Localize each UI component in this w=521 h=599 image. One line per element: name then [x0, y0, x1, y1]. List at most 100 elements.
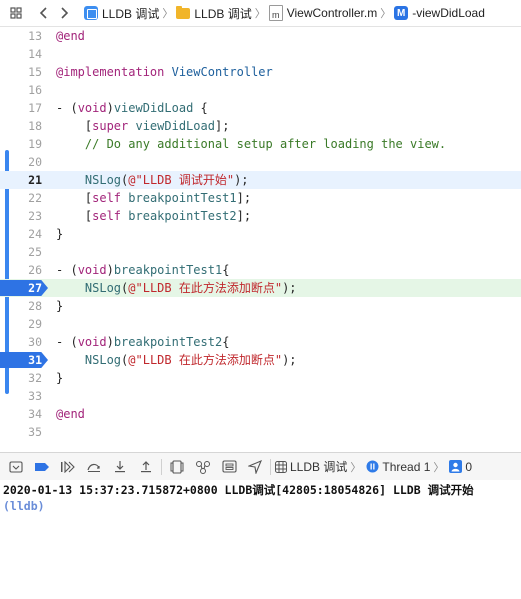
code-line[interactable]: 14 [0, 45, 521, 63]
line-number[interactable]: 24 [0, 225, 42, 243]
crumb-folder-label: LLDB 调试 [194, 6, 252, 21]
code-line[interactable]: 35 [0, 423, 521, 441]
code-text: } [56, 227, 64, 241]
code-text: @end [56, 29, 85, 43]
line-number[interactable]: 18 [0, 117, 42, 135]
breakpoint-toggle-icon[interactable] [29, 455, 55, 479]
line-number[interactable]: 35 [0, 423, 42, 441]
code-line[interactable]: 26 - (void)breakpointTest1{ [0, 261, 521, 279]
code-line[interactable]: 15 @implementation ViewController [0, 63, 521, 81]
code-text: } [56, 299, 64, 313]
code-line[interactable]: 17 - (void)viewDidLoad { [0, 99, 521, 117]
view-hierarchy-icon[interactable] [164, 455, 190, 479]
memory-graph-icon[interactable] [190, 455, 216, 479]
chevron-right-icon[interactable] [54, 3, 74, 23]
line-number[interactable]: 33 [0, 387, 42, 405]
code-text: } [56, 371, 64, 385]
crumb-project[interactable]: LLDB 调试 [84, 5, 159, 22]
code-text: [self breakpointTest2]; [56, 209, 252, 223]
line-number[interactable]: 28 [0, 297, 42, 315]
environment-icon[interactable] [216, 455, 242, 479]
code-line[interactable]: 25 [0, 243, 521, 261]
code-text: NSLog(@"LLDB 调试开始"); [84, 173, 249, 187]
line-number[interactable]: 26 [0, 261, 42, 279]
objc-file-icon: m [268, 5, 283, 21]
debug-console[interactable]: 2020-01-13 15:37:23.715872+0800 LLDB调试[4… [0, 480, 521, 599]
crumb-project-label: LLDB 调试 [102, 6, 160, 21]
app-grid-icon [275, 460, 287, 473]
console-log-line: 2020-01-13 15:37:23.715872+0800 LLDB调试[4… [3, 483, 474, 497]
code-line[interactable]: 16 [0, 81, 521, 99]
thread-icon [366, 460, 379, 473]
folder-icon [176, 5, 191, 19]
line-number[interactable]: 34 [0, 405, 42, 423]
code-line[interactable]: 33 [0, 387, 521, 405]
crumb-file[interactable]: m ViewController.m [268, 5, 378, 21]
separator [270, 458, 271, 475]
crumb-separator: 〉 [254, 8, 266, 20]
code-line[interactable]: 31 NSLog(@"LLDB 在此方法添加断点"); [0, 351, 521, 369]
console-prompt: (lldb) [3, 499, 45, 513]
line-number[interactable]: 16 [0, 81, 42, 99]
separator [161, 458, 162, 475]
continue-icon[interactable] [55, 455, 81, 479]
jump-bar: LLDB 调试 〉 LLDB 调试 〉 m ViewController.m 〉… [0, 0, 521, 27]
line-number[interactable]: 15 [0, 63, 42, 81]
code-line[interactable]: 24} [0, 225, 521, 243]
line-number[interactable]: 32 [0, 369, 42, 387]
crumb-file-label: ViewController.m [286, 6, 378, 20]
line-number[interactable]: 20 [0, 153, 42, 171]
code-line[interactable]: 34 @end [0, 405, 521, 423]
line-number[interactable]: 19 [0, 135, 42, 153]
code-text: [self breakpointTest1]; [56, 191, 252, 205]
project-icon [84, 6, 98, 20]
line-number[interactable]: 22 [0, 189, 42, 207]
line-number[interactable]: 17 [0, 99, 42, 117]
code-line[interactable]: 28} [0, 297, 521, 315]
chevron-left-icon[interactable] [34, 3, 54, 23]
line-number[interactable]: 21 [0, 171, 42, 189]
debug-crumb-thread[interactable]: Thread 1 [366, 460, 430, 474]
line-number[interactable]: 31 [0, 351, 42, 369]
line-number[interactable]: 27 [0, 279, 42, 297]
step-into-icon[interactable] [107, 455, 133, 479]
code-line[interactable]: 18 [super viewDidLoad]; [0, 117, 521, 135]
code-line[interactable]: 21 NSLog(@"LLDB 调试开始"); [0, 171, 521, 189]
crumb-separator: 〉 [433, 461, 445, 474]
toggle-console-icon[interactable] [3, 455, 29, 479]
crumb-method[interactable]: M -viewDidLoad [394, 6, 485, 20]
step-over-icon[interactable] [81, 455, 107, 479]
code-text: - (void)viewDidLoad { [56, 101, 208, 115]
code-line[interactable]: 29 [0, 315, 521, 333]
code-line[interactable]: 32} [0, 369, 521, 387]
grid-icon[interactable] [6, 7, 26, 19]
crumb-method-label: -viewDidLoad [412, 6, 485, 20]
code-text: @end [56, 407, 85, 421]
line-number[interactable]: 30 [0, 333, 42, 351]
line-number[interactable]: 29 [0, 315, 42, 333]
code-line[interactable]: 30 - (void)breakpointTest2{ [0, 333, 521, 351]
debug-crumb-frame[interactable]: 0 [449, 460, 472, 474]
code-text: @implementation ViewController [56, 65, 273, 79]
code-line[interactable]: 27 NSLog(@"LLDB 在此方法添加断点"); [0, 279, 521, 297]
code-line[interactable]: 19 // Do any additional setup after load… [0, 135, 521, 153]
code-line[interactable]: 22 [self breakpointTest1]; [0, 189, 521, 207]
crumb-separator: 〉 [350, 461, 362, 474]
code-line[interactable]: 13 @end [0, 27, 521, 45]
line-number[interactable]: 23 [0, 207, 42, 225]
crumb-separator: 〉 [162, 8, 174, 20]
step-out-icon[interactable] [133, 455, 159, 479]
debug-crumb-app[interactable]: LLDB 调试 [275, 458, 347, 475]
line-number[interactable]: 13 [0, 27, 42, 45]
source-editor[interactable]: 13 @end 14 15 @implementation ViewController… [0, 27, 521, 451]
crumb-folder[interactable]: LLDB 调试 [176, 5, 252, 22]
debug-crumb-frame-label: 0 [465, 459, 473, 474]
line-number[interactable]: 25 [0, 243, 42, 261]
code-line[interactable]: 23 [self breakpointTest2]; [0, 207, 521, 225]
debug-bar: LLDB 调试 〉 Thread 1 〉 0 [0, 452, 521, 481]
crumb-separator: 〉 [380, 8, 392, 20]
method-icon: M [394, 6, 409, 20]
line-number[interactable]: 14 [0, 45, 42, 63]
code-line[interactable]: 20 [0, 153, 521, 171]
location-icon[interactable] [242, 455, 268, 479]
